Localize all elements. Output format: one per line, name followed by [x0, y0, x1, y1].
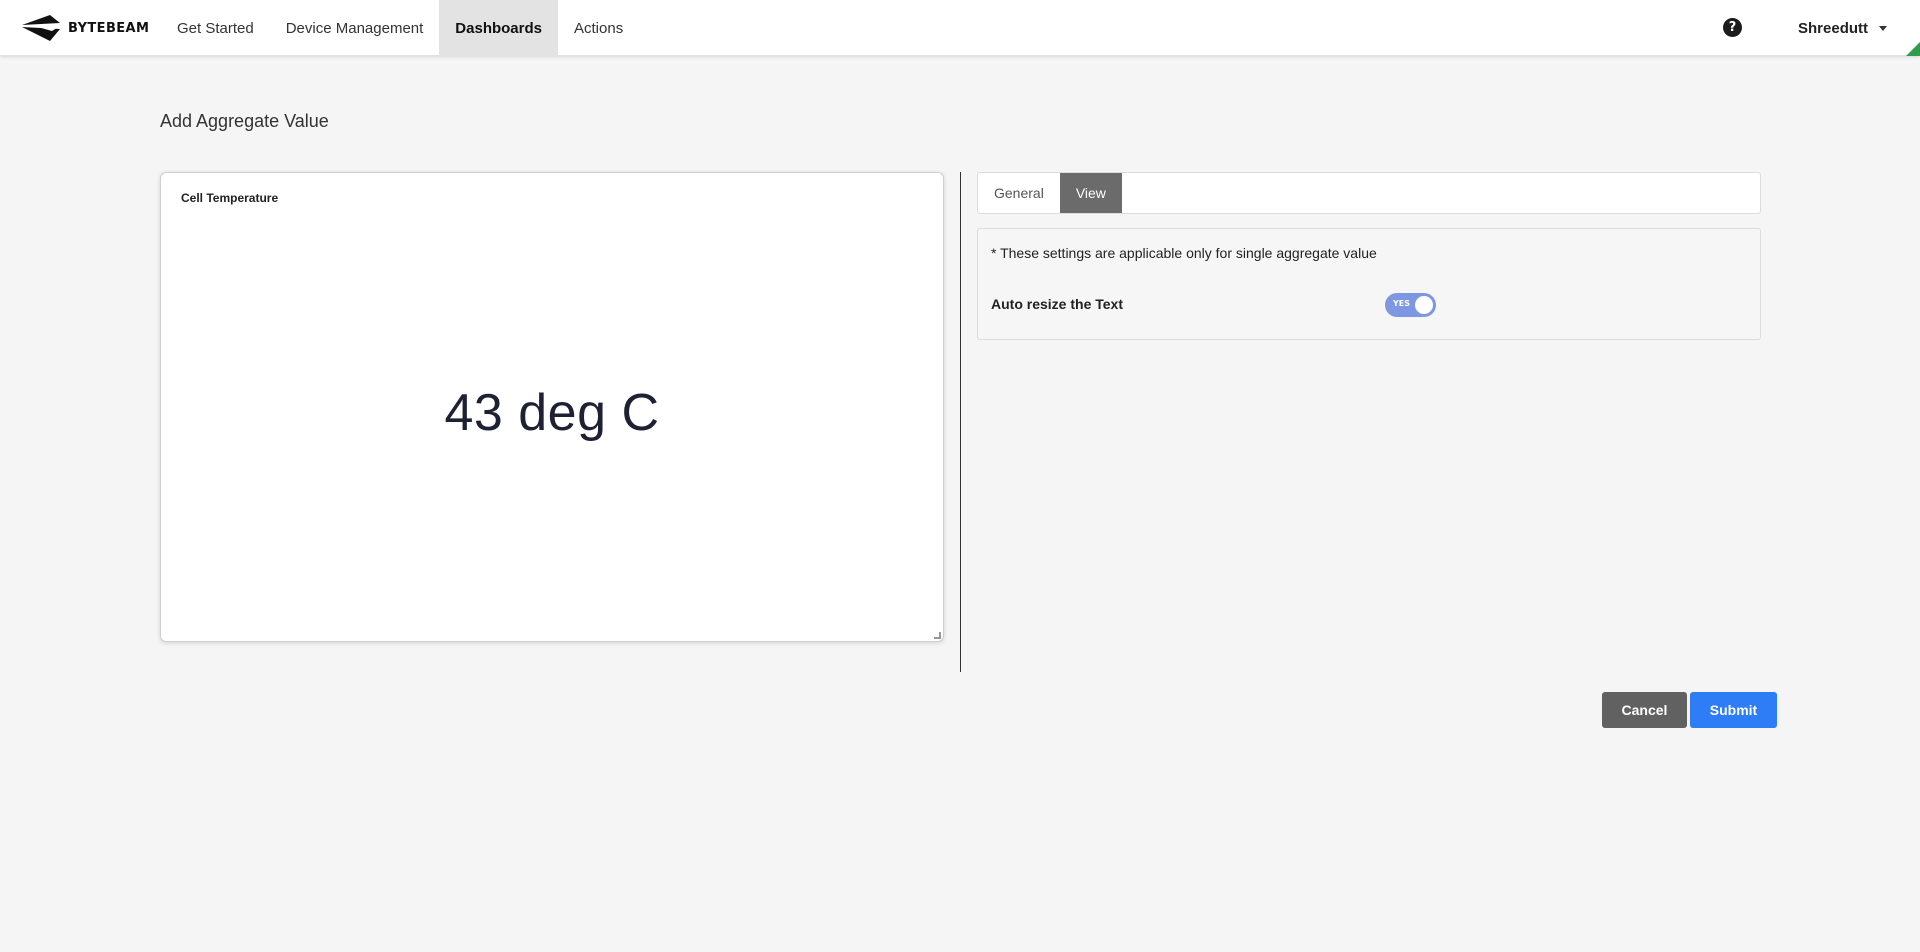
brand-logo[interactable]: BYTEBEAM [22, 12, 149, 44]
corner-indicator-icon [1906, 42, 1920, 56]
help-icon[interactable]: ? [1723, 18, 1742, 37]
submit-button[interactable]: Submit [1690, 692, 1777, 728]
cancel-button[interactable]: Cancel [1602, 692, 1687, 728]
nav-item-device-management[interactable]: Device Management [270, 0, 440, 56]
page-title: Add Aggregate Value [160, 111, 329, 131]
settings-note: * These settings are applicable only for… [991, 245, 1377, 261]
vertical-divider [960, 172, 961, 672]
user-menu[interactable]: Shreedutt [1798, 0, 1888, 56]
brand-name: BYTEBEAM [68, 20, 150, 36]
widget-title: Cell Temperature [181, 191, 279, 205]
caret-down-icon [1879, 25, 1888, 31]
settings-tabs: General View [977, 172, 1761, 214]
view-settings-panel: * These settings are applicable only for… [977, 228, 1761, 340]
main-nav: Get Started Device Management Dashboards… [161, 0, 639, 56]
nav-item-dashboards[interactable]: Dashboards [439, 0, 558, 56]
auto-resize-toggle[interactable]: YES [1385, 293, 1436, 317]
widget-preview-card: Cell Temperature 43 deg C [160, 172, 944, 642]
nav-item-get-started[interactable]: Get Started [161, 0, 270, 56]
tab-general[interactable]: General [978, 173, 1060, 213]
bytebeam-arrow-logo-icon [22, 15, 60, 41]
nav-item-actions[interactable]: Actions [558, 0, 639, 56]
top-navigation-bar: BYTEBEAM Get Started Device Management D… [0, 0, 1920, 56]
auto-resize-label: Auto resize the Text [991, 296, 1123, 312]
aggregate-value: 43 deg C [444, 384, 660, 442]
toggle-state-text: YES [1393, 299, 1411, 308]
resize-handle-icon[interactable] [934, 632, 941, 639]
tab-view[interactable]: View [1059, 173, 1122, 213]
toggle-knob [1415, 296, 1433, 314]
user-name: Shreedutt [1798, 19, 1869, 37]
